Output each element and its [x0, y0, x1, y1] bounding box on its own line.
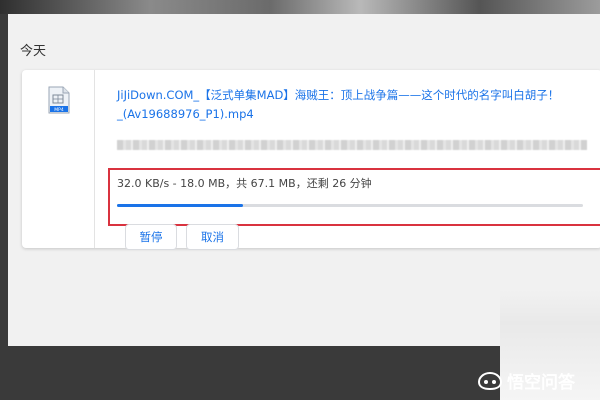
- file-name-link[interactable]: JiJiDown.COM_【泛式单集MAD】海贼王：顶上战争篇——这个时代的名字…: [117, 86, 587, 124]
- file-icon-column: MP4: [22, 70, 95, 248]
- pause-button[interactable]: 暂停: [125, 224, 177, 250]
- red-highlight-annotation: [108, 168, 600, 226]
- file-type-label: MP4: [54, 107, 64, 113]
- wukong-watermark: 悟空问答: [478, 368, 575, 393]
- wukong-logo-icon: [478, 371, 502, 390]
- cancel-button[interactable]: 取消: [186, 224, 239, 250]
- blurred-source-url: [117, 140, 587, 150]
- date-section-header: 今天: [20, 44, 47, 59]
- video-file-icon: MP4: [48, 86, 70, 114]
- background-photo-strip: [0, 0, 600, 14]
- watermark-text: 悟空问答: [507, 373, 575, 393]
